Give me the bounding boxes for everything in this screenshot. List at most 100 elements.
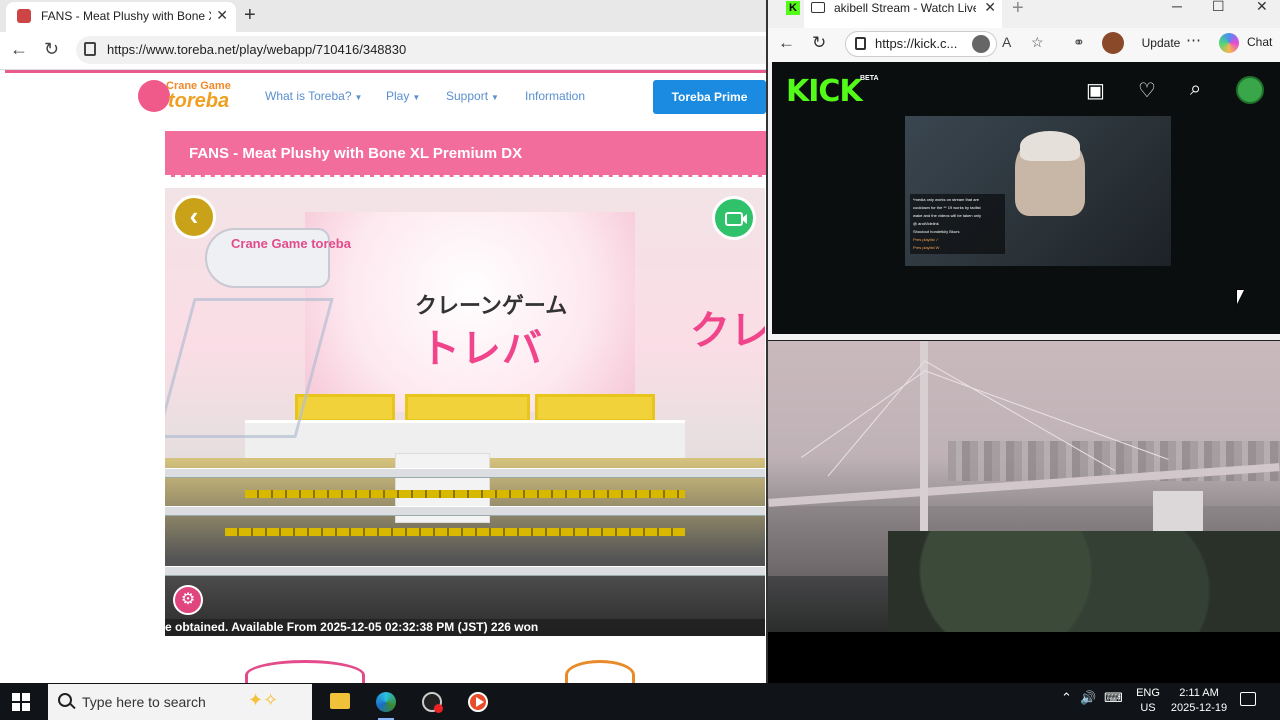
more-menu-icon[interactable]: ⋯ <box>1186 31 1201 49</box>
update-button[interactable]: Update <box>1135 32 1187 54</box>
toreba-prime-button[interactable]: Toreba Prime <box>653 80 766 114</box>
maximize-icon[interactable]: ☐ <box>1212 0 1225 15</box>
start-tile <box>22 693 30 701</box>
crane-game-video[interactable]: クレーンゲーム トレバ クレー Crane Game toreba <box>165 188 765 636</box>
stream-chat-overlay: *media only works on stream that are coo… <box>910 194 1005 254</box>
search-icon[interactable]: ⌕ <box>1190 78 1201 101</box>
start-tile <box>12 703 20 711</box>
address-bar[interactable]: https://www.toreba.net/play/webapp/71041… <box>76 36 776 64</box>
bridge-cable <box>801 371 925 458</box>
lock-icon <box>855 37 866 50</box>
extensions-icon[interactable]: ⚭ <box>1073 34 1085 51</box>
reload-icon[interactable]: ↻ <box>44 39 59 60</box>
bridge-camera-view <box>768 341 1280 632</box>
overlay-line: Shoutout hondetkily Bkurs <box>913 229 960 234</box>
address-text: https://www.toreba.net/play/webapp/71041… <box>107 42 407 57</box>
video-camera-lens-icon <box>741 214 747 224</box>
switch-camera-button[interactable] <box>712 196 756 240</box>
tab-title: FANS - Meat Plushy with Bone XL <box>41 9 211 23</box>
keyboard-icon[interactable]: ⌨ <box>1104 690 1123 706</box>
nav-support[interactable]: Support ▼ <box>446 89 499 103</box>
taskbar-edge[interactable] <box>366 684 406 720</box>
close-tab-icon[interactable]: ✕ <box>216 7 228 24</box>
search-placeholder: Type here to search <box>82 694 206 710</box>
new-tab-button[interactable]: + <box>1012 0 1024 20</box>
notification-center-icon[interactable] <box>1240 692 1256 706</box>
tracking-prevention-icon[interactable] <box>972 35 990 53</box>
chat-button[interactable]: Chat <box>1247 35 1272 49</box>
search-icon-handle <box>69 702 76 710</box>
overlay-line: Pres playlist ✓ <box>913 237 940 242</box>
tab-kick[interactable]: K akibell Stream - Watch Live o ✕ <box>786 0 1002 28</box>
chain <box>245 490 685 498</box>
profile-avatar[interactable] <box>1102 32 1124 54</box>
read-aloud-icon[interactable]: A <box>1002 34 1011 50</box>
show-hidden-icons-chevron-icon[interactable]: ⌃ <box>1061 690 1072 706</box>
edge-icon <box>376 692 396 712</box>
backboard-text-main: トレバ <box>420 327 543 371</box>
nav-information[interactable]: Information <box>525 89 585 103</box>
nav-label: Support <box>446 89 489 103</box>
prize-tray <box>295 394 395 422</box>
nav-what-is-toreba[interactable]: What is Toreba? ▼ <box>265 89 362 103</box>
settings-gear-icon[interactable]: ⚙ <box>173 585 203 615</box>
following-icon[interactable]: ▣ <box>1086 78 1105 103</box>
nav-label: Play <box>386 89 410 103</box>
back-arrow-icon[interactable]: ← <box>778 33 795 53</box>
volume-icon[interactable]: 🔊 <box>1080 690 1096 706</box>
input-language[interactable]: ENG US <box>1136 686 1160 716</box>
kick-beta-badge: BETA <box>860 75 879 82</box>
new-tab-button[interactable]: + <box>244 4 256 27</box>
back-arrow-icon[interactable]: ← <box>10 39 28 60</box>
tab-audio-icon <box>811 2 825 13</box>
rail-bar <box>165 506 765 516</box>
overlay-line: wake and the videos will be taken only <box>913 213 982 218</box>
desktop-background <box>768 632 1280 683</box>
nav-play[interactable]: Play ▼ <box>386 89 420 103</box>
lang-code: ENG <box>1136 687 1160 699</box>
favorite-star-icon[interactable]: ☆ <box>1031 34 1044 51</box>
windows-start-icon[interactable] <box>12 693 30 711</box>
close-tab-icon[interactable]: ✕ <box>984 0 996 16</box>
prize-title: FANS - Meat Plushy with Bone XL Premium … <box>189 145 523 162</box>
prize-title-banner: FANS - Meat Plushy with Bone XL Premium … <box>165 131 768 177</box>
kick-logo[interactable]: KICK <box>786 74 863 109</box>
prize-tray <box>535 394 655 422</box>
mouse-cursor-icon <box>1237 290 1244 304</box>
win-ticker: e obtained. Available From 2025-12-05 02… <box>165 619 765 636</box>
heart-icon[interactable]: ♡ <box>1138 78 1156 103</box>
logo-bottom-text: toreba <box>168 90 230 112</box>
start-tile <box>12 693 20 701</box>
copilot-icon[interactable] <box>1219 33 1239 53</box>
address-bar[interactable]: https://kick.c... <box>845 31 997 57</box>
recording-dot-icon <box>434 704 443 713</box>
below-game-decoration <box>165 642 768 690</box>
close-window-icon[interactable]: ✕ <box>1256 0 1268 15</box>
system-clock[interactable]: 2:11 AM 2025-12-19 <box>1166 686 1232 716</box>
overlay-line: Pres playlist W <box>913 245 940 250</box>
lock-icon <box>84 42 96 56</box>
chevron-down-icon: ▼ <box>354 93 363 102</box>
overlay-line: cooldown for the ** 19 works by tadlist <box>913 205 981 210</box>
taskbar-obs[interactable] <box>412 684 452 720</box>
start-tile <box>22 703 30 711</box>
taskbar-search-input[interactable]: Type here to search ✦✧ <box>48 684 312 720</box>
taskbar-file-explorer[interactable] <box>320 684 360 720</box>
chain <box>225 528 685 536</box>
back-chevron-icon[interactable]: ‹ <box>172 195 216 239</box>
play-icon <box>476 697 484 707</box>
rail-bar <box>165 566 765 576</box>
toreba-logo[interactable]: Crane Game toreba <box>138 78 242 114</box>
reload-icon[interactable]: ↻ <box>812 33 826 53</box>
stream-video-player[interactable]: *media only works on stream that are coo… <box>905 116 1171 266</box>
minimize-icon[interactable]: ─ <box>1172 0 1182 14</box>
kick-user-avatar[interactable] <box>1236 76 1264 104</box>
foreground-trees <box>888 531 1280 632</box>
chevron-down-icon: ▼ <box>491 93 499 102</box>
taskbar-media-player[interactable] <box>458 684 498 720</box>
chevron-down-icon: ▼ <box>412 93 421 102</box>
tab-toreba[interactable]: FANS - Meat Plushy with Bone XL ✕ <box>6 2 236 32</box>
address-text: https://kick.c... <box>875 36 958 51</box>
nav-label: Information <box>525 89 586 103</box>
rail-bar <box>165 468 765 478</box>
